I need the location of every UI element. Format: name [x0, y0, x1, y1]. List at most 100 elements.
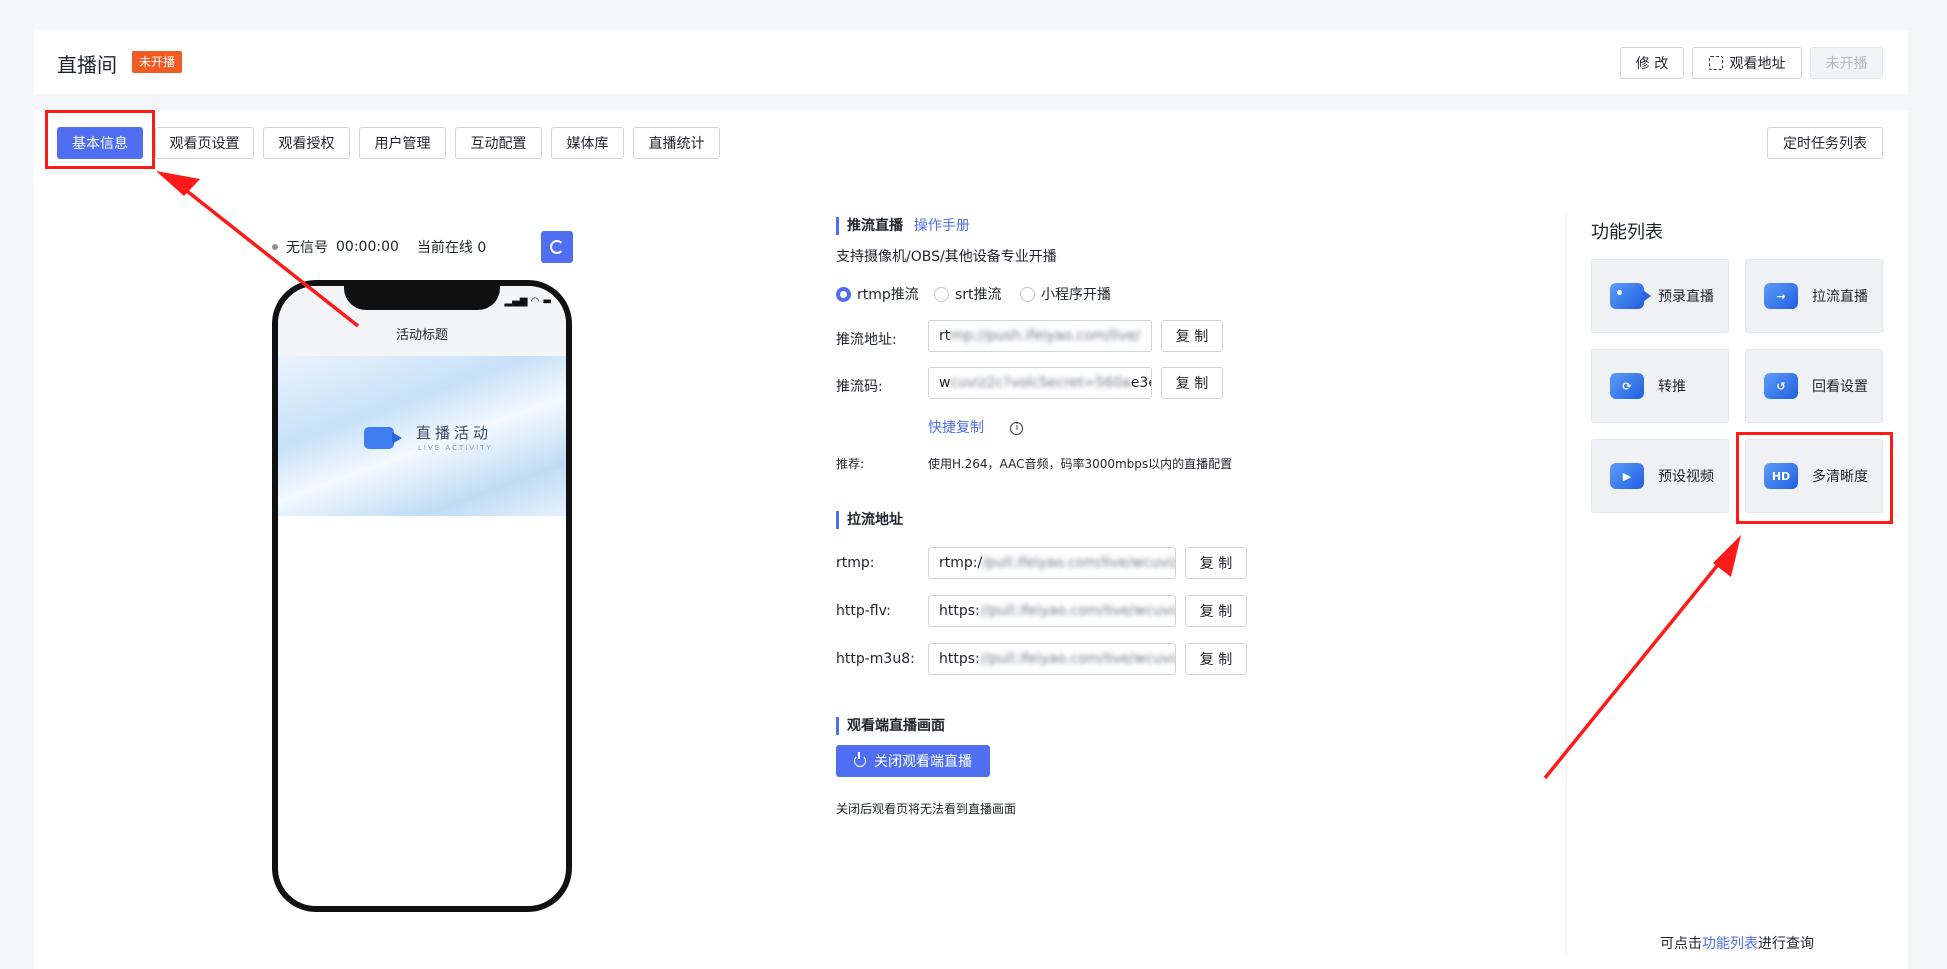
push-title-text: 推流直播	[847, 218, 903, 234]
push-description: 支持摄像机/OBS/其他设备专业开播	[836, 249, 1057, 265]
tab-media-library[interactable]: 媒体库	[551, 127, 624, 159]
online-count: 当前在线 0	[416, 240, 487, 256]
radio-checked-icon	[836, 286, 851, 302]
pull-m3u8-field[interactable]: https://pull.ifeiyao.com/live/wcuviz2	[928, 643, 1176, 675]
tab-interaction-config[interactable]: 互动配置	[455, 127, 542, 159]
page-header: 直播间 未开播 修 改 观看地址 未开播	[34, 30, 1908, 94]
watch-url-button[interactable]: 观看地址	[1692, 47, 1802, 79]
push-section-title: 推流直播 操作手册	[836, 217, 970, 235]
pull-blurred: //pull.ifeiyao.com/live/wcuviz	[979, 603, 1176, 619]
camera-icon	[1610, 283, 1651, 309]
manual-link[interactable]: 操作手册	[914, 218, 970, 234]
feature-list-title: 功能列表	[1591, 222, 1663, 243]
feature-label: 预设视频	[1658, 469, 1714, 485]
pull-blurred: /pull.ifeiyao.com/live/wcuviz	[982, 555, 1176, 571]
push-code-visible: w	[939, 375, 951, 391]
close-viewer-live-label: 关闭观看端直播	[874, 754, 972, 770]
feature-preset-video[interactable]: ▶ 预设视频	[1591, 439, 1729, 513]
pull-visible: rtmp:/	[939, 555, 983, 571]
tab-watch-auth[interactable]: 观看授权	[263, 127, 350, 159]
refresh-icon	[550, 240, 564, 254]
push-code-label: 推流码:	[836, 379, 883, 395]
annotation-box-multi-resolution	[1736, 432, 1893, 524]
push-option-label: srt推流	[955, 287, 1002, 303]
feature-restream[interactable]: ⟳ 转推	[1591, 349, 1729, 423]
push-option-srt[interactable]: srt推流	[934, 284, 1002, 304]
signal-status: 无信号	[286, 240, 328, 256]
pull-flv-field[interactable]: https://pull.ifeiyao.com/live/wcuviz2	[928, 595, 1176, 627]
feature-label: 预录直播	[1658, 289, 1714, 305]
divider	[1566, 214, 1567, 954]
signal-dot-icon	[272, 244, 278, 250]
arrow-right-icon: →	[1764, 283, 1798, 309]
phone-status-icons: ▂▄▆ ◠ ▬	[504, 296, 552, 307]
feature-hint: 可点击功能列表进行查询	[1660, 933, 1814, 953]
push-url-field[interactable]: rt mp://push.ifeiyao.com/live/	[928, 320, 1152, 352]
push-option-label: rtmp推流	[857, 287, 919, 303]
viewer-hint: 关闭后观看页将无法看到直播画面	[836, 802, 1017, 816]
feature-label: 回看设置	[1812, 379, 1868, 395]
pull-visible: https:	[939, 651, 980, 667]
copy-flv-button[interactable]: 复 制	[1185, 595, 1247, 627]
feature-hint-suffix: 进行查询	[1758, 936, 1814, 952]
quick-copy-row: 快捷复制 i	[928, 417, 1024, 437]
schedule-task-button[interactable]: 定时任务列表	[1767, 127, 1883, 159]
page-title: 直播间	[57, 53, 117, 77]
phone-activity-title: 活动标题	[395, 328, 448, 343]
copy-m3u8-button[interactable]: 复 制	[1185, 643, 1247, 675]
pull-section-title: 拉流地址	[836, 511, 903, 529]
pull-rtmp-label: rtmp:	[836, 555, 875, 571]
push-url-blurred: mp://push.ifeiyao.com/live/	[950, 328, 1141, 344]
power-icon	[854, 752, 866, 767]
tab-watch-page-settings[interactable]: 观看页设置	[155, 127, 254, 159]
radio-icon	[1020, 286, 1035, 302]
radio-icon	[934, 286, 949, 302]
preview-status-bar: 无信号 00:00:00 当前在线 0	[272, 237, 486, 257]
phone-banner: 直播活动 LIVE ACTIVITY	[278, 356, 566, 516]
status-badge: 未开播	[132, 51, 183, 73]
feature-pull-live[interactable]: → 拉流直播	[1745, 259, 1883, 333]
feature-label: 拉流直播	[1812, 289, 1868, 305]
replay-icon: ↺	[1764, 373, 1798, 399]
edit-button[interactable]: 修 改	[1620, 47, 1684, 79]
watch-url-label: 观看地址	[1729, 56, 1786, 72]
viewer-section-title: 观看端直播画面	[836, 717, 945, 735]
copy-push-url-button[interactable]: 复 制	[1161, 320, 1223, 352]
scan-icon	[1708, 56, 1723, 70]
feature-hint-prefix: 可点击	[1660, 936, 1702, 952]
push-option-label: 小程序开播	[1041, 287, 1111, 303]
main-panel: 基本信息 观看页设置 观看授权 用户管理 互动配置 媒体库 直播统计 定时任务列…	[34, 110, 1908, 969]
banner-title: 直播活动	[416, 424, 493, 442]
camera-icon	[364, 424, 404, 450]
push-code-field[interactable]: wcuviz2c?volcSecret=560ae3e	[928, 367, 1152, 399]
video-icon: ▶	[1610, 463, 1644, 489]
recommend-label: 推荐:	[836, 457, 865, 471]
copy-rtmp-button[interactable]: 复 制	[1185, 547, 1247, 579]
tab-user-management[interactable]: 用户管理	[359, 127, 446, 159]
close-viewer-live-button[interactable]: 关闭观看端直播	[836, 745, 990, 777]
feature-list-link[interactable]: 功能列表	[1702, 936, 1758, 952]
push-code-visible-end: e3e	[1130, 375, 1151, 391]
copy-push-code-button[interactable]: 复 制	[1161, 367, 1223, 399]
push-url-visible: rt	[939, 328, 951, 344]
annotation-box-basic-info	[45, 110, 155, 169]
feature-label: 转推	[1658, 379, 1686, 395]
tab-live-stats[interactable]: 直播统计	[633, 127, 720, 159]
pull-m3u8-label: http-m3u8:	[836, 651, 915, 667]
push-option-miniprogram[interactable]: 小程序开播	[1020, 284, 1111, 304]
quick-copy-link[interactable]: 快捷复制	[928, 420, 984, 436]
phone-preview: ▂▄▆ ◠ ▬ 活动标题 直播活动 LIVE ACTIVITY	[272, 280, 572, 912]
push-option-rtmp[interactable]: rtmp推流	[836, 284, 919, 304]
pull-visible: https:	[939, 603, 980, 619]
pull-rtmp-field[interactable]: rtmp://pull.ifeiyao.com/live/wcuviz2	[928, 547, 1176, 579]
pull-blurred: //pull.ifeiyao.com/live/wcuviz	[979, 651, 1176, 667]
live-timer: 00:00:00	[336, 239, 399, 255]
refresh-preview-button[interactable]	[541, 231, 573, 263]
feature-prerecorded-live[interactable]: 预录直播	[1591, 259, 1729, 333]
start-live-button[interactable]: 未开播	[1810, 47, 1883, 79]
info-icon[interactable]: i	[1010, 421, 1024, 435]
feature-replay-settings[interactable]: ↺ 回看设置	[1745, 349, 1883, 423]
banner-subtitle: LIVE ACTIVITY	[418, 444, 493, 452]
push-code-blurred: cuviz2c?volcSecret=560a	[950, 375, 1131, 391]
recommend-text: 使用H.264，AAC音频，码率3000mbps以内的直播配置	[928, 457, 1233, 471]
